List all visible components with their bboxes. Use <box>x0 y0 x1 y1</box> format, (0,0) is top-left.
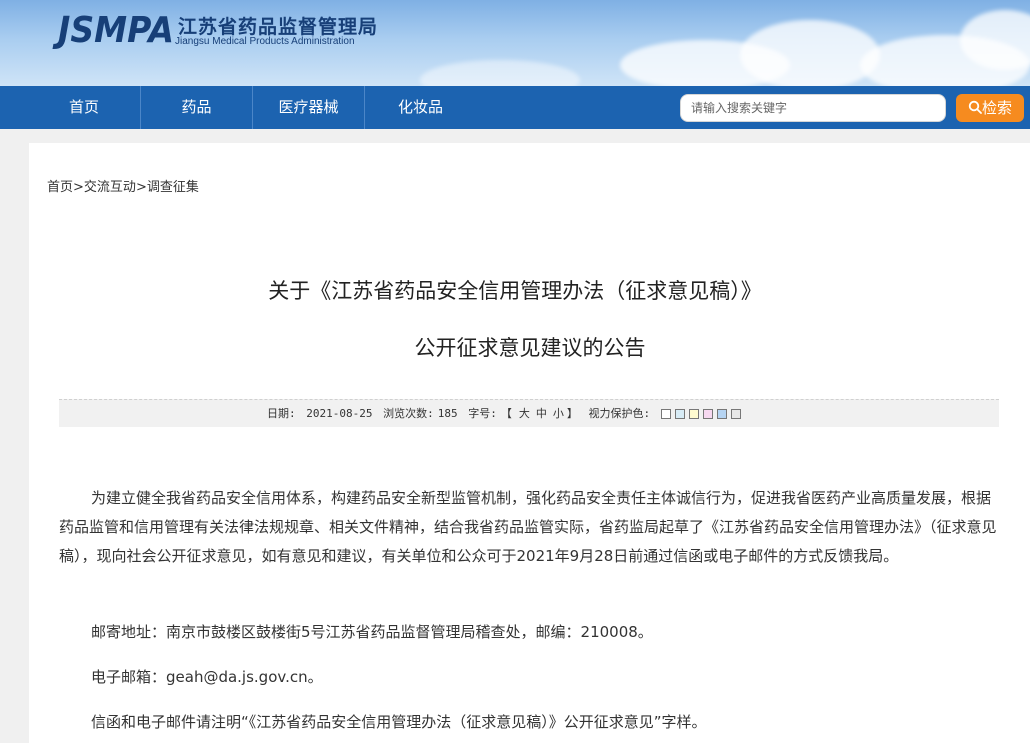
breadcrumb-survey[interactable]: 调查征集 <box>147 180 199 195</box>
eye-care-swatch-2[interactable] <box>674 409 685 419</box>
publish-date: 2021-08-25 <box>306 407 373 420</box>
content-panel <box>29 143 1030 743</box>
date-label: 日期: <box>267 407 296 420</box>
views-label: 浏览次数: <box>383 407 434 420</box>
font-size-bracket: 】 <box>566 407 578 420</box>
nav-item-home[interactable]: 首页 <box>28 86 140 129</box>
font-size-bracket: 【 <box>500 407 512 420</box>
eye-care-swatch-6[interactable] <box>730 409 741 419</box>
font-size-large[interactable]: 大 <box>519 407 530 420</box>
org-name-cn: 江苏省药品监督管理局 <box>178 16 379 38</box>
breadcrumb-separator: > <box>135 180 147 195</box>
search-input[interactable]: 请输入搜索关键字 <box>680 94 946 122</box>
header-banner: JSMPA 江苏省药品监督管理局 Jiangsu Medical Product… <box>0 0 1030 86</box>
search-button-label: 检索 <box>981 99 1012 117</box>
cloud-decoration <box>420 60 580 86</box>
cloud-decoration <box>740 20 880 86</box>
site-logo[interactable]: JSMPA <box>58 10 174 51</box>
font-size-medium[interactable]: 中 <box>536 407 547 420</box>
article-body: 为建立健全我省药品安全信用体系，构建药品安全新型监管机制，强化药品安全责任主体诚… <box>59 484 999 571</box>
nav-item-drugs[interactable]: 药品 <box>141 86 252 129</box>
eye-care-swatch-4[interactable] <box>702 409 713 419</box>
contact-email: 电子邮箱：geah@da.js.gov.cn。 <box>91 668 323 686</box>
org-name-en: Jiangsu Medical Products Administration <box>175 36 355 47</box>
mail-address: 邮寄地址：南京市鼓楼区鼓楼街5号江苏省药品监督管理局稽查处，邮编：210008。 <box>91 623 653 641</box>
eye-care-swatch-5[interactable] <box>716 409 727 419</box>
nav-item-medical-devices[interactable]: 医疗器械 <box>253 86 364 129</box>
article-subtitle: 公开征求意见建议的公告 <box>414 336 646 360</box>
eye-care-swatch-1[interactable] <box>660 409 671 419</box>
breadcrumb-home[interactable]: 首页 <box>47 180 73 195</box>
breadcrumb-separator: > <box>73 180 84 195</box>
search-button[interactable]: 检索 <box>956 94 1024 122</box>
nav-item-cosmetics[interactable]: 化妆品 <box>365 86 476 129</box>
breadcrumb-interaction[interactable]: 交流互动 <box>84 180 136 195</box>
eye-care-swatches <box>660 407 745 420</box>
search-icon <box>968 100 982 114</box>
font-size-label: 字号: <box>468 407 497 420</box>
article-paragraph: 为建立健全我省药品安全信用体系，构建药品安全新型监管机制，强化药品安全责任主体诚… <box>59 489 997 565</box>
font-size-small[interactable]: 小 <box>553 407 564 420</box>
article-meta-bar: 日期: 2021-08-25 浏览次数: 185 字号: 【大中小】 视力保护色: <box>59 399 999 427</box>
eye-care-swatch-3[interactable] <box>688 409 699 419</box>
submission-note: 信函和电子邮件请注明“《江苏省药品安全信用管理办法（征求意见稿）》公开征求意见”… <box>91 713 707 731</box>
views-count: 185 <box>437 407 458 420</box>
breadcrumb: 首页>交流互动>调查征集 <box>47 176 199 195</box>
article-title: 关于《江苏省药品安全信用管理办法（征求意见稿）》 <box>268 279 762 303</box>
eye-care-label: 视力保护色: <box>588 407 651 420</box>
